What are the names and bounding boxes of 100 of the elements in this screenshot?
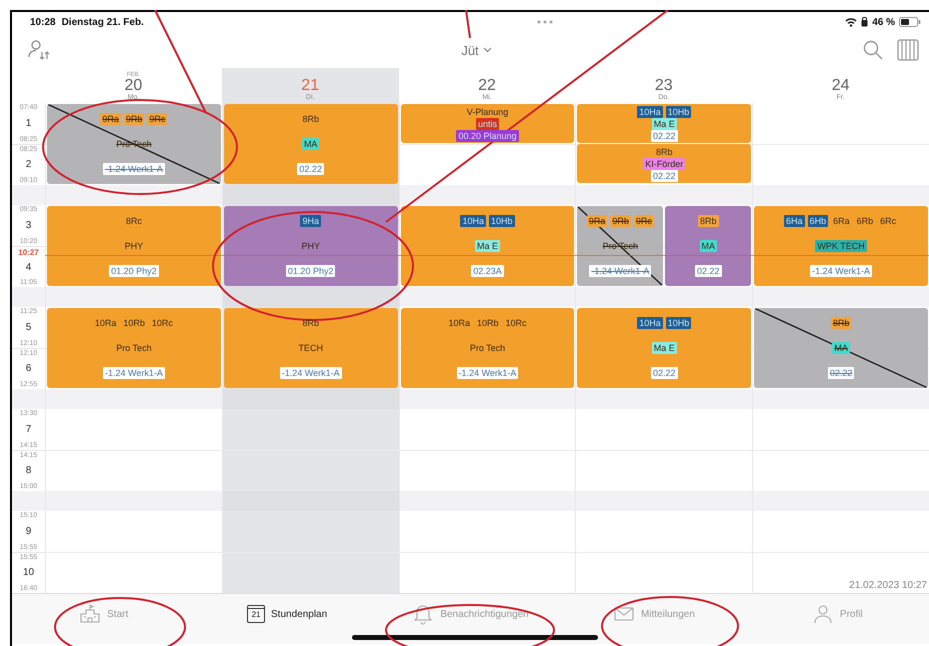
class-label: 10Hb bbox=[488, 215, 514, 228]
more-dots-icon bbox=[536, 20, 553, 24]
room-label: 02.22 bbox=[297, 162, 324, 175]
room-label: 01.20 Phy2 bbox=[109, 264, 159, 277]
current-time: 10:27 bbox=[18, 248, 39, 256]
subject-label: WPK TECH bbox=[815, 240, 867, 252]
break-slot bbox=[12, 491, 45, 511]
break-slot bbox=[12, 287, 45, 307]
lesson-card[interactable]: 8Rb MA 02.22 bbox=[224, 104, 398, 184]
class-label: 9Rc bbox=[634, 215, 654, 228]
break-slot bbox=[12, 389, 45, 409]
title-dropdown[interactable]: Jüt bbox=[457, 40, 496, 60]
battery-percent: 46 % bbox=[872, 16, 895, 28]
subject-label: MA bbox=[302, 138, 320, 150]
lesson-card[interactable]: 8Rb TECH -1.24 Werk1-A bbox=[224, 308, 398, 388]
cancelled-lesson-card[interactable]: 8Rb MA 02.22 bbox=[754, 308, 928, 388]
class-label: 9Ra bbox=[100, 113, 121, 126]
class-label: 8Rb bbox=[830, 317, 852, 330]
lesson-card[interactable]: 8Rb KI-Förder 02.22 bbox=[577, 144, 752, 183]
lesson-card[interactable]: 10Ra 10Rb 10Rc Pro Tech -1.24 Werk1-A bbox=[400, 308, 574, 388]
period-number: 3 bbox=[26, 220, 32, 231]
subject-label: Pro Tech bbox=[115, 342, 153, 354]
class-label: 8Rc bbox=[124, 215, 143, 228]
lesson-card[interactable]: 8Rb MA 02.22 bbox=[665, 206, 752, 286]
period-number: 10 bbox=[22, 567, 34, 578]
class-label: 10Hb bbox=[666, 106, 692, 118]
chevron-down-icon bbox=[482, 47, 492, 53]
room-label: -1.24 Werk1-A bbox=[102, 366, 165, 379]
cancelled-lesson-card[interactable]: 9Ra 9Rb 9Rc Pro Tech -1.24 Werk1-A bbox=[577, 206, 664, 286]
class-label: 10Rc bbox=[150, 317, 174, 330]
status-date: Dienstag 21. Feb. bbox=[62, 16, 144, 28]
room-label: 00.20 Planung bbox=[456, 130, 519, 142]
lesson-card[interactable]: 8Rc PHY 01.20 Phy2 bbox=[47, 206, 221, 286]
room-label: -1.24 Werk1-A bbox=[102, 162, 165, 175]
subject-label: MA bbox=[832, 342, 850, 354]
period-number: 6 bbox=[26, 363, 32, 374]
status-time: 10:28 bbox=[30, 16, 56, 28]
room-label: 02.23A bbox=[471, 264, 504, 277]
person-sort-icon[interactable] bbox=[28, 39, 50, 61]
period-number: 2 bbox=[26, 159, 32, 170]
room-label: 02.22 bbox=[651, 170, 678, 182]
room-label: -1.24 Werk1-A bbox=[810, 264, 872, 277]
lesson-card[interactable]: 9Ha PHY 01.20 Phy2 bbox=[224, 206, 398, 286]
day-number: 23 bbox=[654, 78, 673, 94]
bell-icon bbox=[412, 603, 434, 625]
lesson-card[interactable]: 10Ha 10Hb Ma E 02.22 bbox=[577, 308, 752, 388]
room-label: 02.22 bbox=[651, 130, 678, 142]
battery-icon bbox=[899, 17, 921, 27]
subject-label: Ma E bbox=[652, 118, 677, 130]
subject-label: Ma E bbox=[652, 342, 677, 354]
class-label: 8Rb bbox=[301, 113, 320, 126]
lesson-card[interactable]: V-Planung untis 00.20 Planung bbox=[400, 104, 574, 143]
class-label: 6Rb bbox=[856, 215, 874, 228]
class-label: 10Ra bbox=[447, 317, 471, 330]
period-number: 7 bbox=[26, 424, 32, 435]
period-number: 8 bbox=[26, 465, 32, 476]
class-label: 6Ra bbox=[832, 215, 851, 228]
subject-label: untis bbox=[476, 118, 499, 130]
period-number: 1 bbox=[26, 118, 32, 129]
break-slot bbox=[12, 185, 45, 205]
day-number: 24 bbox=[832, 78, 850, 94]
class-label: 9Ra bbox=[586, 215, 608, 228]
class-label: 9Ha bbox=[300, 215, 321, 228]
class-label: 9Rb bbox=[610, 215, 631, 228]
school-icon bbox=[79, 603, 102, 625]
subject-label: Ma E bbox=[474, 240, 500, 252]
class-label: 10Rb bbox=[476, 317, 500, 330]
class-label: 6Ha bbox=[784, 215, 805, 228]
lesson-card[interactable]: 10Ha 10Hb Ma E 02.22 bbox=[577, 104, 752, 143]
columns-icon[interactable] bbox=[897, 39, 919, 61]
class-label: 9Rc bbox=[147, 113, 168, 126]
subject-label: Pro Tech bbox=[602, 240, 640, 252]
class-label: 10Rc bbox=[504, 317, 528, 330]
cancelled-lesson-card[interactable]: 9Ra 9Rb 9Rc Pro Tech -1.24 Werk1-A bbox=[47, 104, 221, 184]
room-label: -1.24 Werk1-A bbox=[280, 366, 342, 379]
class-label: 9Rb bbox=[124, 113, 144, 126]
class-label: 6Rc bbox=[879, 215, 898, 228]
lesson-card[interactable]: 6Ha 6Hb 6Ra 6Rb 6Rc WPK TECH -1.24 Werk1-A bbox=[754, 206, 928, 286]
room-label: 02.22 bbox=[651, 366, 678, 379]
room-label: 02.22 bbox=[694, 264, 722, 277]
class-label: V-Planung bbox=[466, 106, 510, 118]
subject-label: Pro Tech bbox=[468, 342, 506, 354]
lesson-card[interactable]: 10Ha 10Hb Ma E 02.23A bbox=[400, 206, 574, 286]
subject-label: PHY bbox=[124, 240, 144, 252]
subject-label: TECH bbox=[297, 342, 324, 354]
lesson-card[interactable]: 10Ra 10Rb 10Rc Pro Tech -1.24 Werk1-A bbox=[47, 308, 221, 388]
subject-label: MA bbox=[700, 240, 717, 252]
person-icon bbox=[812, 603, 834, 625]
class-label: 10Ha bbox=[460, 215, 486, 228]
period-number: 9 bbox=[26, 526, 32, 537]
class-label: 8Rb bbox=[301, 317, 320, 330]
room-label: -1.24 Werk1-A bbox=[589, 264, 652, 277]
period-number: 4 bbox=[26, 262, 32, 274]
class-label: 10Hb bbox=[666, 317, 692, 330]
class-label: 10Ha bbox=[637, 106, 663, 118]
search-icon[interactable] bbox=[863, 40, 883, 60]
lock-icon bbox=[861, 17, 868, 27]
class-label: 10Ra bbox=[94, 317, 118, 330]
day-number: 20 bbox=[124, 78, 142, 94]
wifi-icon bbox=[845, 17, 858, 27]
